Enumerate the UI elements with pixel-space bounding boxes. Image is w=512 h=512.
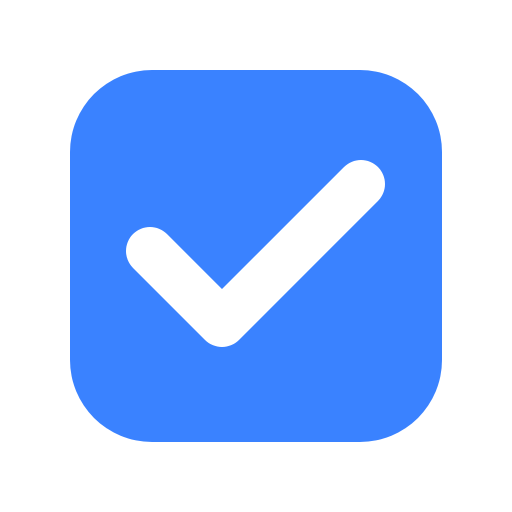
icon-canvas: [0, 0, 512, 512]
checkbox-checked[interactable]: [70, 70, 442, 442]
checkmark-icon: [126, 160, 385, 347]
